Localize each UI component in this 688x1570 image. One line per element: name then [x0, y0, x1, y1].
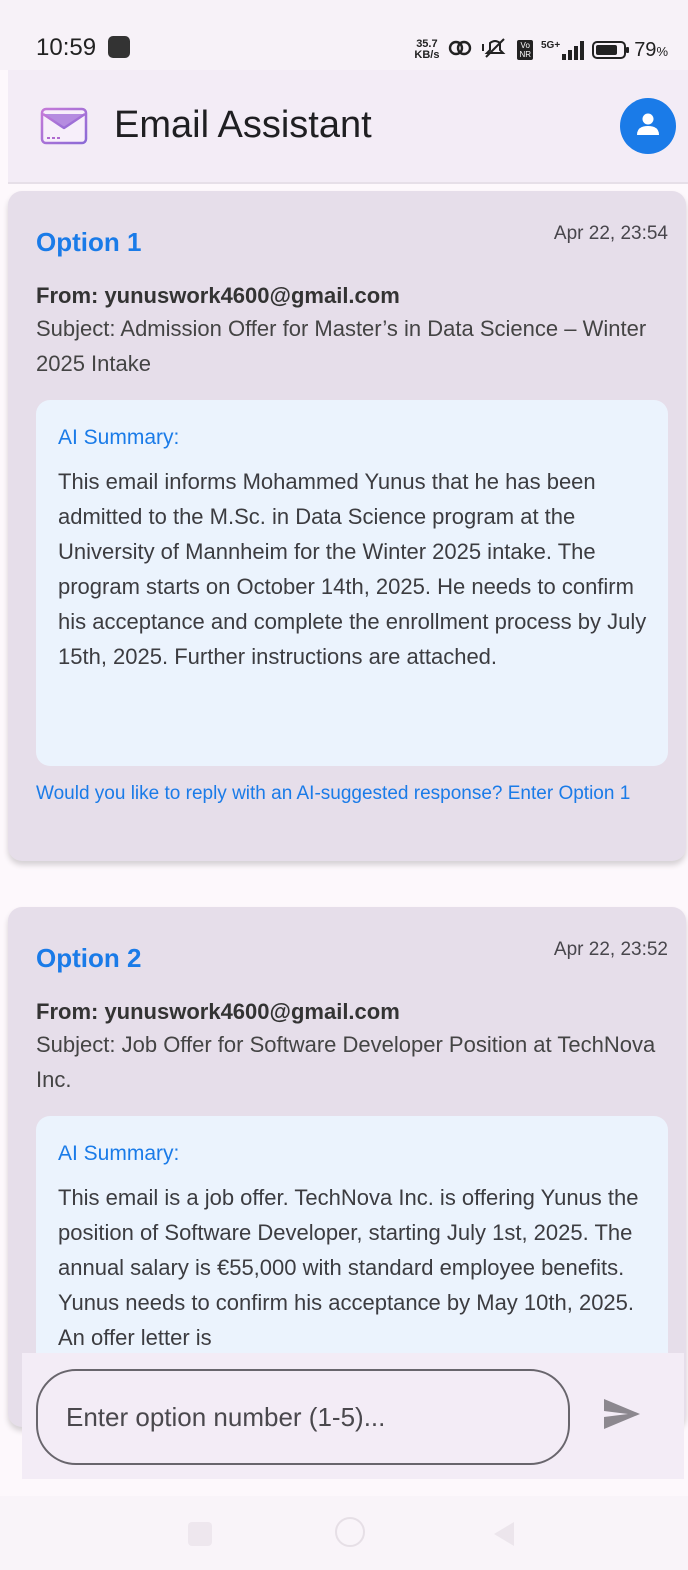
email-date: Apr 22, 23:54: [553, 223, 668, 244]
app-notification-icon: [108, 36, 130, 58]
email-subject: Subject: Job Offer for Software Develope…: [36, 1032, 656, 1092]
ai-summary-box: AI Summary: This email informs Mohammed …: [36, 400, 668, 766]
back-button[interactable]: [490, 1520, 516, 1553]
status-time: 10:59: [36, 34, 97, 61]
status-icons: 35.7 KB/s Vo NR 5G+ 79%: [414, 36, 668, 64]
ai-summary-text: This email is a job offer. TechNova Inc.…: [58, 1185, 639, 1350]
send-button[interactable]: [602, 1397, 650, 1437]
network-speed: 35.7 KB/s: [414, 39, 439, 61]
input-bar: [22, 1353, 684, 1479]
email-card[interactable]: Option 1 Apr 22, 23:54 From: yunuswork46…: [8, 191, 686, 861]
profile-button[interactable]: [620, 98, 676, 154]
person-icon: [635, 111, 661, 142]
network-type-label: 5G+: [541, 40, 561, 51]
battery-percent: 79%: [634, 38, 668, 61]
volte-label-bottom: NR: [519, 50, 531, 59]
app-bar: Email Assistant: [8, 70, 688, 184]
volte-icon: Vo NR: [517, 40, 533, 60]
option-number-input[interactable]: [36, 1369, 570, 1465]
cell-signal-icon: 5G+: [541, 40, 585, 60]
network-speed-unit: KB/s: [414, 49, 440, 61]
email-from: From: yunuswork4600@gmail.com: [36, 999, 400, 1024]
home-button[interactable]: [335, 1517, 365, 1547]
email-card[interactable]: Option 2 Apr 22, 23:52 From: yunuswork46…: [8, 907, 686, 1456]
battery-fill: [596, 45, 617, 55]
mail-envelope-icon: [40, 106, 88, 151]
status-bar: 10:59 35.7 KB/s Vo NR 5G+ 79%: [0, 0, 688, 70]
battery-icon: [592, 41, 630, 59]
recents-button[interactable]: [188, 1522, 212, 1546]
send-icon: [602, 1399, 642, 1435]
email-date: Apr 22, 23:52: [553, 939, 668, 960]
link-icon: [447, 38, 473, 63]
email-subject: Subject: Admission Offer for Master’s in…: [36, 316, 647, 376]
option-label: Option 2: [36, 943, 142, 973]
ai-summary-title: AI Summary:: [58, 426, 180, 449]
system-nav-bar: [0, 1496, 688, 1570]
mute-vibrate-icon: [481, 37, 509, 64]
app-title: Email Assistant: [114, 104, 372, 146]
ai-summary-title: AI Summary:: [58, 1142, 180, 1165]
ai-summary-text: This email informs Mohammed Yunus that h…: [58, 469, 647, 669]
reply-prompt[interactable]: Would you like to reply with an AI-sugge…: [36, 780, 666, 808]
volte-label-top: Vo: [520, 41, 530, 50]
option-label: Option 1: [36, 227, 142, 257]
email-from: From: yunuswork4600@gmail.com: [36, 283, 400, 308]
